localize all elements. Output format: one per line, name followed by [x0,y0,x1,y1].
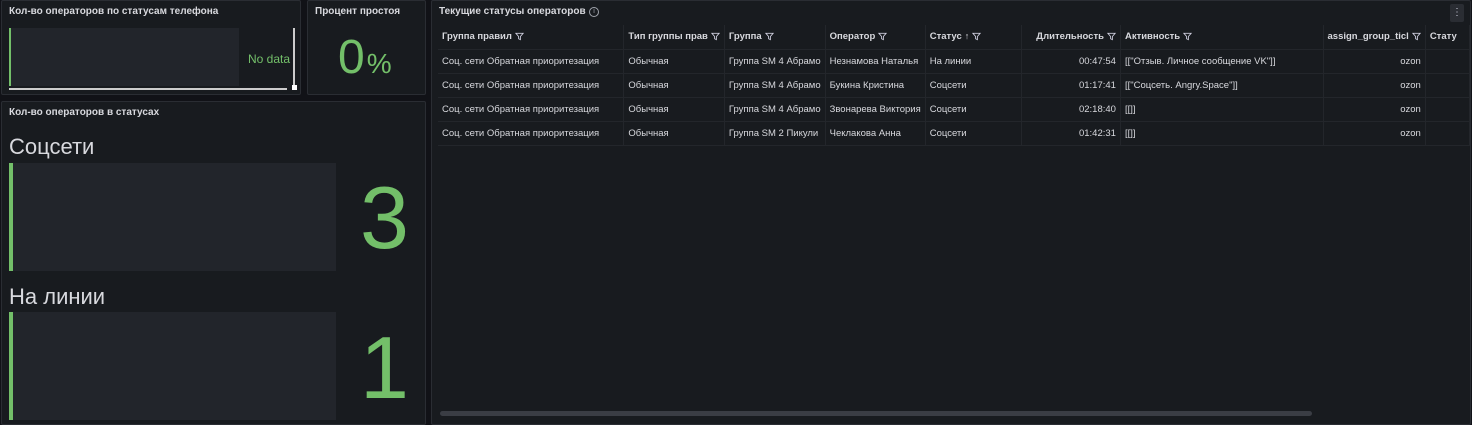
stat-label-online: На линии [9,284,106,309]
column-header-label: Оператор [829,31,876,43]
bar-accent [9,28,11,86]
table-cell: 00:47:54 [1021,49,1121,74]
table-cell: Группа SM 4 Абрамо [724,73,826,98]
idle-value: 0% [338,34,392,88]
statuses-table: Группа правил Тип группы прав Группа Опе… [438,25,1470,146]
filter-icon[interactable] [878,32,888,41]
axis-vertical [293,28,295,90]
stat-accent-online [9,312,13,420]
table-cell: 02:18:40 [1021,97,1121,122]
table-cell: ozon [1323,73,1426,98]
table-header-row: Группа правил Тип группы прав Группа Опе… [438,25,1470,50]
stat-value-online: 1 [360,318,409,417]
stat-bar-online [9,312,336,420]
table-cell: На линии [925,49,1023,74]
axis-marker [292,85,297,90]
filter-icon[interactable] [1183,32,1193,41]
table-cell: Группа SM 2 Пикули [724,121,826,146]
column-header-label: assign_group_ticl [1327,31,1409,43]
panel-title[interactable]: Кол-во операторов в статусах [9,107,159,118]
table-cell: Незнамова Наталья [825,49,926,74]
table-cell: ozon [1323,97,1426,122]
table-cell: Группа SM 4 Абрамо [724,97,826,122]
filter-icon[interactable] [1106,32,1116,41]
column-header[interactable]: assign_group_ticl [1323,25,1426,50]
table-cell: [["Отзыв. Личное сообщение VK"]] [1120,49,1324,74]
column-header[interactable]: Оператор [825,25,926,50]
idle-unit: % [366,48,392,79]
table-cell [1425,73,1470,98]
table-cell: Соцсети [925,97,1023,122]
table-row[interactable]: Соц. сети Обратная приоритезация Обычная… [438,49,1470,74]
phone-status-panel: Кол-во операторов по статусам телефона N… [1,0,301,95]
table-row[interactable]: Соц. сети Обратная приоритезация Обычная… [438,97,1470,122]
column-header-label: Тип группы прав [628,31,708,43]
table-cell: 01:42:31 [1021,121,1121,146]
table-cell: Соцсети [925,121,1023,146]
table-cell: ozon [1323,49,1426,74]
panel-title[interactable]: Кол-во операторов по статусам телефона [9,6,218,17]
operator-statuses-table-panel: Текущие статусы операторов i ⋮ Группа пр… [431,0,1471,425]
column-header[interactable]: Длительность [1021,25,1121,50]
column-header-label: Стату [1429,31,1457,43]
table-cell: Обычная [623,73,725,98]
column-header[interactable]: Стату [1425,25,1470,50]
table-cell [1425,121,1470,146]
filter-icon[interactable] [710,32,720,41]
table-row[interactable]: Соц. сети Обратная приоритезация Обычная… [438,121,1470,146]
filter-icon[interactable] [764,32,774,41]
column-header[interactable]: Тип группы прав [623,25,725,50]
operators-status-panel: Кол-во операторов в статусах Соцсети 3 Н… [1,101,426,425]
column-header[interactable]: Статус ↑ [925,25,1023,50]
bar-background [9,28,239,86]
column-header-label: Длительность [1036,31,1104,43]
table-cell: Соц. сети Обратная приоритезация [438,73,625,98]
panel-title[interactable]: Процент простоя [315,6,400,17]
table-cell: Группа SM 4 Абрамо [724,49,826,74]
column-header[interactable]: Группа [724,25,826,50]
table-cell: ozon [1323,121,1426,146]
filter-icon[interactable] [972,32,982,41]
no-data-text: No data [248,52,291,66]
table-row[interactable]: Соц. сети Обратная приоритезация Обычная… [438,73,1470,98]
panel-title[interactable]: Текущие статусы операторов [439,6,586,17]
stat-accent-socials [9,163,13,271]
stat-bar-socials [9,163,336,271]
idle-number: 0 [338,31,365,84]
table-cell: Соцсети [925,73,1023,98]
column-header-label: Статус [929,31,962,43]
column-header-label: Группа [728,31,762,43]
axis-horizontal [9,88,287,90]
column-header[interactable]: Группа правил [438,25,625,50]
sort-asc-icon[interactable]: ↑ [965,31,970,41]
column-header[interactable]: Активность [1120,25,1324,50]
info-icon[interactable]: i [589,7,599,17]
table-cell: [[]] [1120,97,1324,122]
horizontal-scrollbar[interactable] [440,411,1312,416]
table-cell: [["Соцсеть. Angry.Space"]] [1120,73,1324,98]
table-cell: Соц. сети Обратная приоритезация [438,97,625,122]
table-cell: [[]] [1120,121,1324,146]
table-cell [1425,49,1470,74]
filter-icon[interactable] [1411,32,1421,41]
table-cell: Обычная [623,49,725,74]
table-cell [1425,97,1470,122]
table-cell: Чеклакова Анна [825,121,926,146]
table-cell: Обычная [623,97,725,122]
idle-percent-panel: Процент простоя 0% [307,0,426,95]
column-header-label: Активность [1124,31,1181,43]
filter-icon[interactable] [514,32,524,41]
table-cell: 01:17:41 [1021,73,1121,98]
column-header-label: Группа правил [442,31,512,43]
table-cell: Звонарева Виктория [825,97,926,122]
stat-label-socials: Соцсети [9,134,95,159]
table-cell: Обычная [623,121,725,146]
table-cell: Соц. сети Обратная приоритезация [438,121,625,146]
table-cell: Соц. сети Обратная приоритезация [438,49,625,74]
panel-menu-button[interactable]: ⋮ [1450,4,1464,22]
table-cell: Букина Кристина [825,73,926,98]
stat-value-socials: 3 [360,168,409,267]
